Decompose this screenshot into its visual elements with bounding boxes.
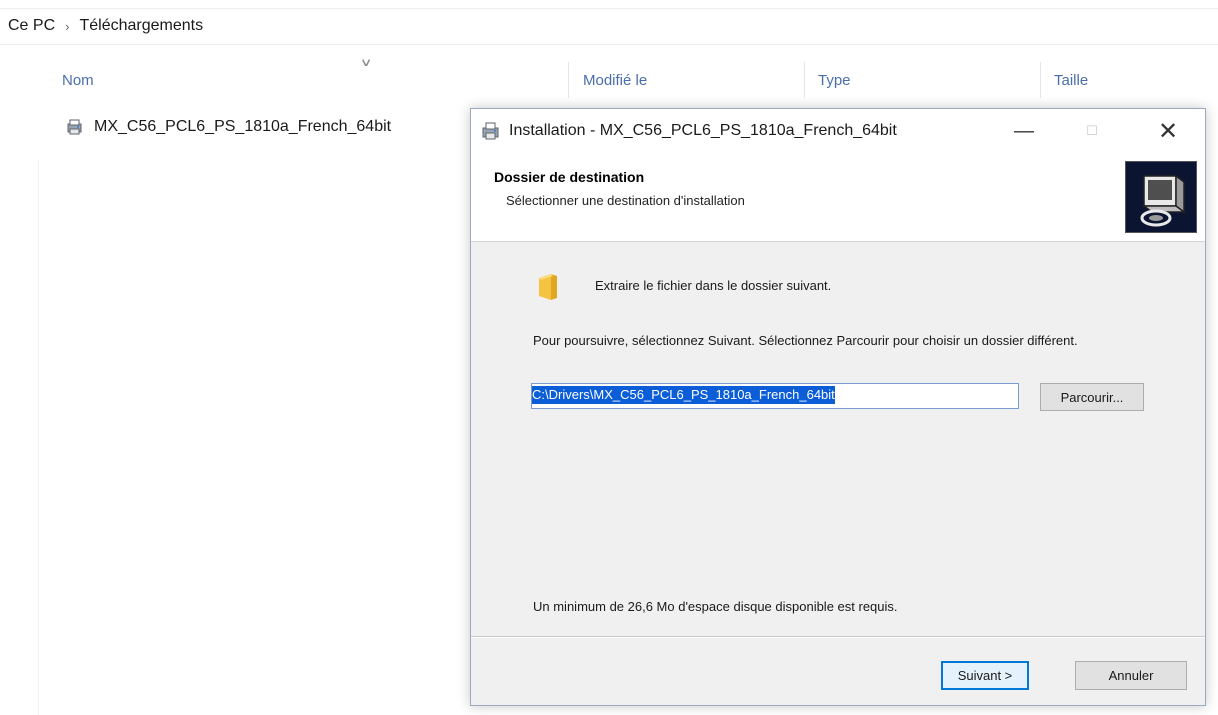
maximize-icon: ☐ <box>1086 123 1098 138</box>
wizard-page-title: Dossier de destination <box>494 169 645 185</box>
cancel-button[interactable]: Annuler <box>1075 661 1187 690</box>
breadcrumb-item-ce-pc[interactable]: Ce PC <box>8 17 55 35</box>
installer-dialog: Installation - MX_C56_PCL6_PS_1810a_Fren… <box>470 108 1206 706</box>
column-header-modified[interactable]: Modifié le <box>583 64 647 96</box>
navigation-pane-edge <box>0 160 39 715</box>
installer-app-icon <box>481 121 501 141</box>
column-divider[interactable] <box>568 62 569 98</box>
folder-icon <box>537 272 559 302</box>
breadcrumb-divider <box>0 44 1218 45</box>
next-button[interactable]: Suivant > <box>941 661 1029 690</box>
browse-button[interactable]: Parcourir... <box>1040 383 1144 411</box>
wizard-header: Dossier de destination Sélectionner une … <box>471 153 1205 242</box>
file-list-item[interactable]: MX_C56_PCL6_PS_1810a_French_64bit <box>66 112 391 142</box>
minimize-icon[interactable]: — <box>995 109 1053 153</box>
disk-space-requirement: Un minimum de 26,6 Mo d'espace disque di… <box>533 599 898 614</box>
chevron-right-icon: › <box>65 18 70 34</box>
file-name: MX_C56_PCL6_PS_1810a_French_64bit <box>94 118 392 135</box>
wizard-page-subtitle: Sélectionner une destination d'installat… <box>506 193 745 208</box>
column-divider[interactable] <box>804 62 805 98</box>
destination-path-value: C:\Drivers\MX_C56_PCL6_PS_1810a_French_6… <box>532 386 835 404</box>
column-header-type[interactable]: Type <box>818 64 851 96</box>
column-header-size[interactable]: Taille <box>1054 64 1088 96</box>
dialog-titlebar[interactable]: Installation - MX_C56_PCL6_PS_1810a_Fren… <box>471 109 1205 153</box>
destination-path-input[interactable]: C:\Drivers\MX_C56_PCL6_PS_1810a_French_6… <box>531 383 1019 409</box>
extract-label: Extraire le fichier dans le dossier suiv… <box>595 278 832 293</box>
setup-computer-icon <box>1125 161 1197 233</box>
breadcrumb-item-telechargements[interactable]: Téléchargements <box>79 17 203 35</box>
dialog-title: Installation - MX_C56_PCL6_PS_1810a_Fren… <box>509 122 897 139</box>
installer-file-icon <box>66 118 84 136</box>
instructions-text: Pour poursuivre, sélectionnez Suivant. S… <box>533 333 1078 348</box>
wizard-body: Extraire le fichier dans le dossier suiv… <box>471 242 1205 622</box>
footer-divider-highlight <box>471 637 1205 638</box>
column-divider[interactable] <box>1040 62 1041 98</box>
column-header-name[interactable]: Nom <box>62 64 94 96</box>
close-icon[interactable]: ✕ <box>1139 109 1197 153</box>
sort-chevron-icon: ∨ <box>359 57 373 69</box>
